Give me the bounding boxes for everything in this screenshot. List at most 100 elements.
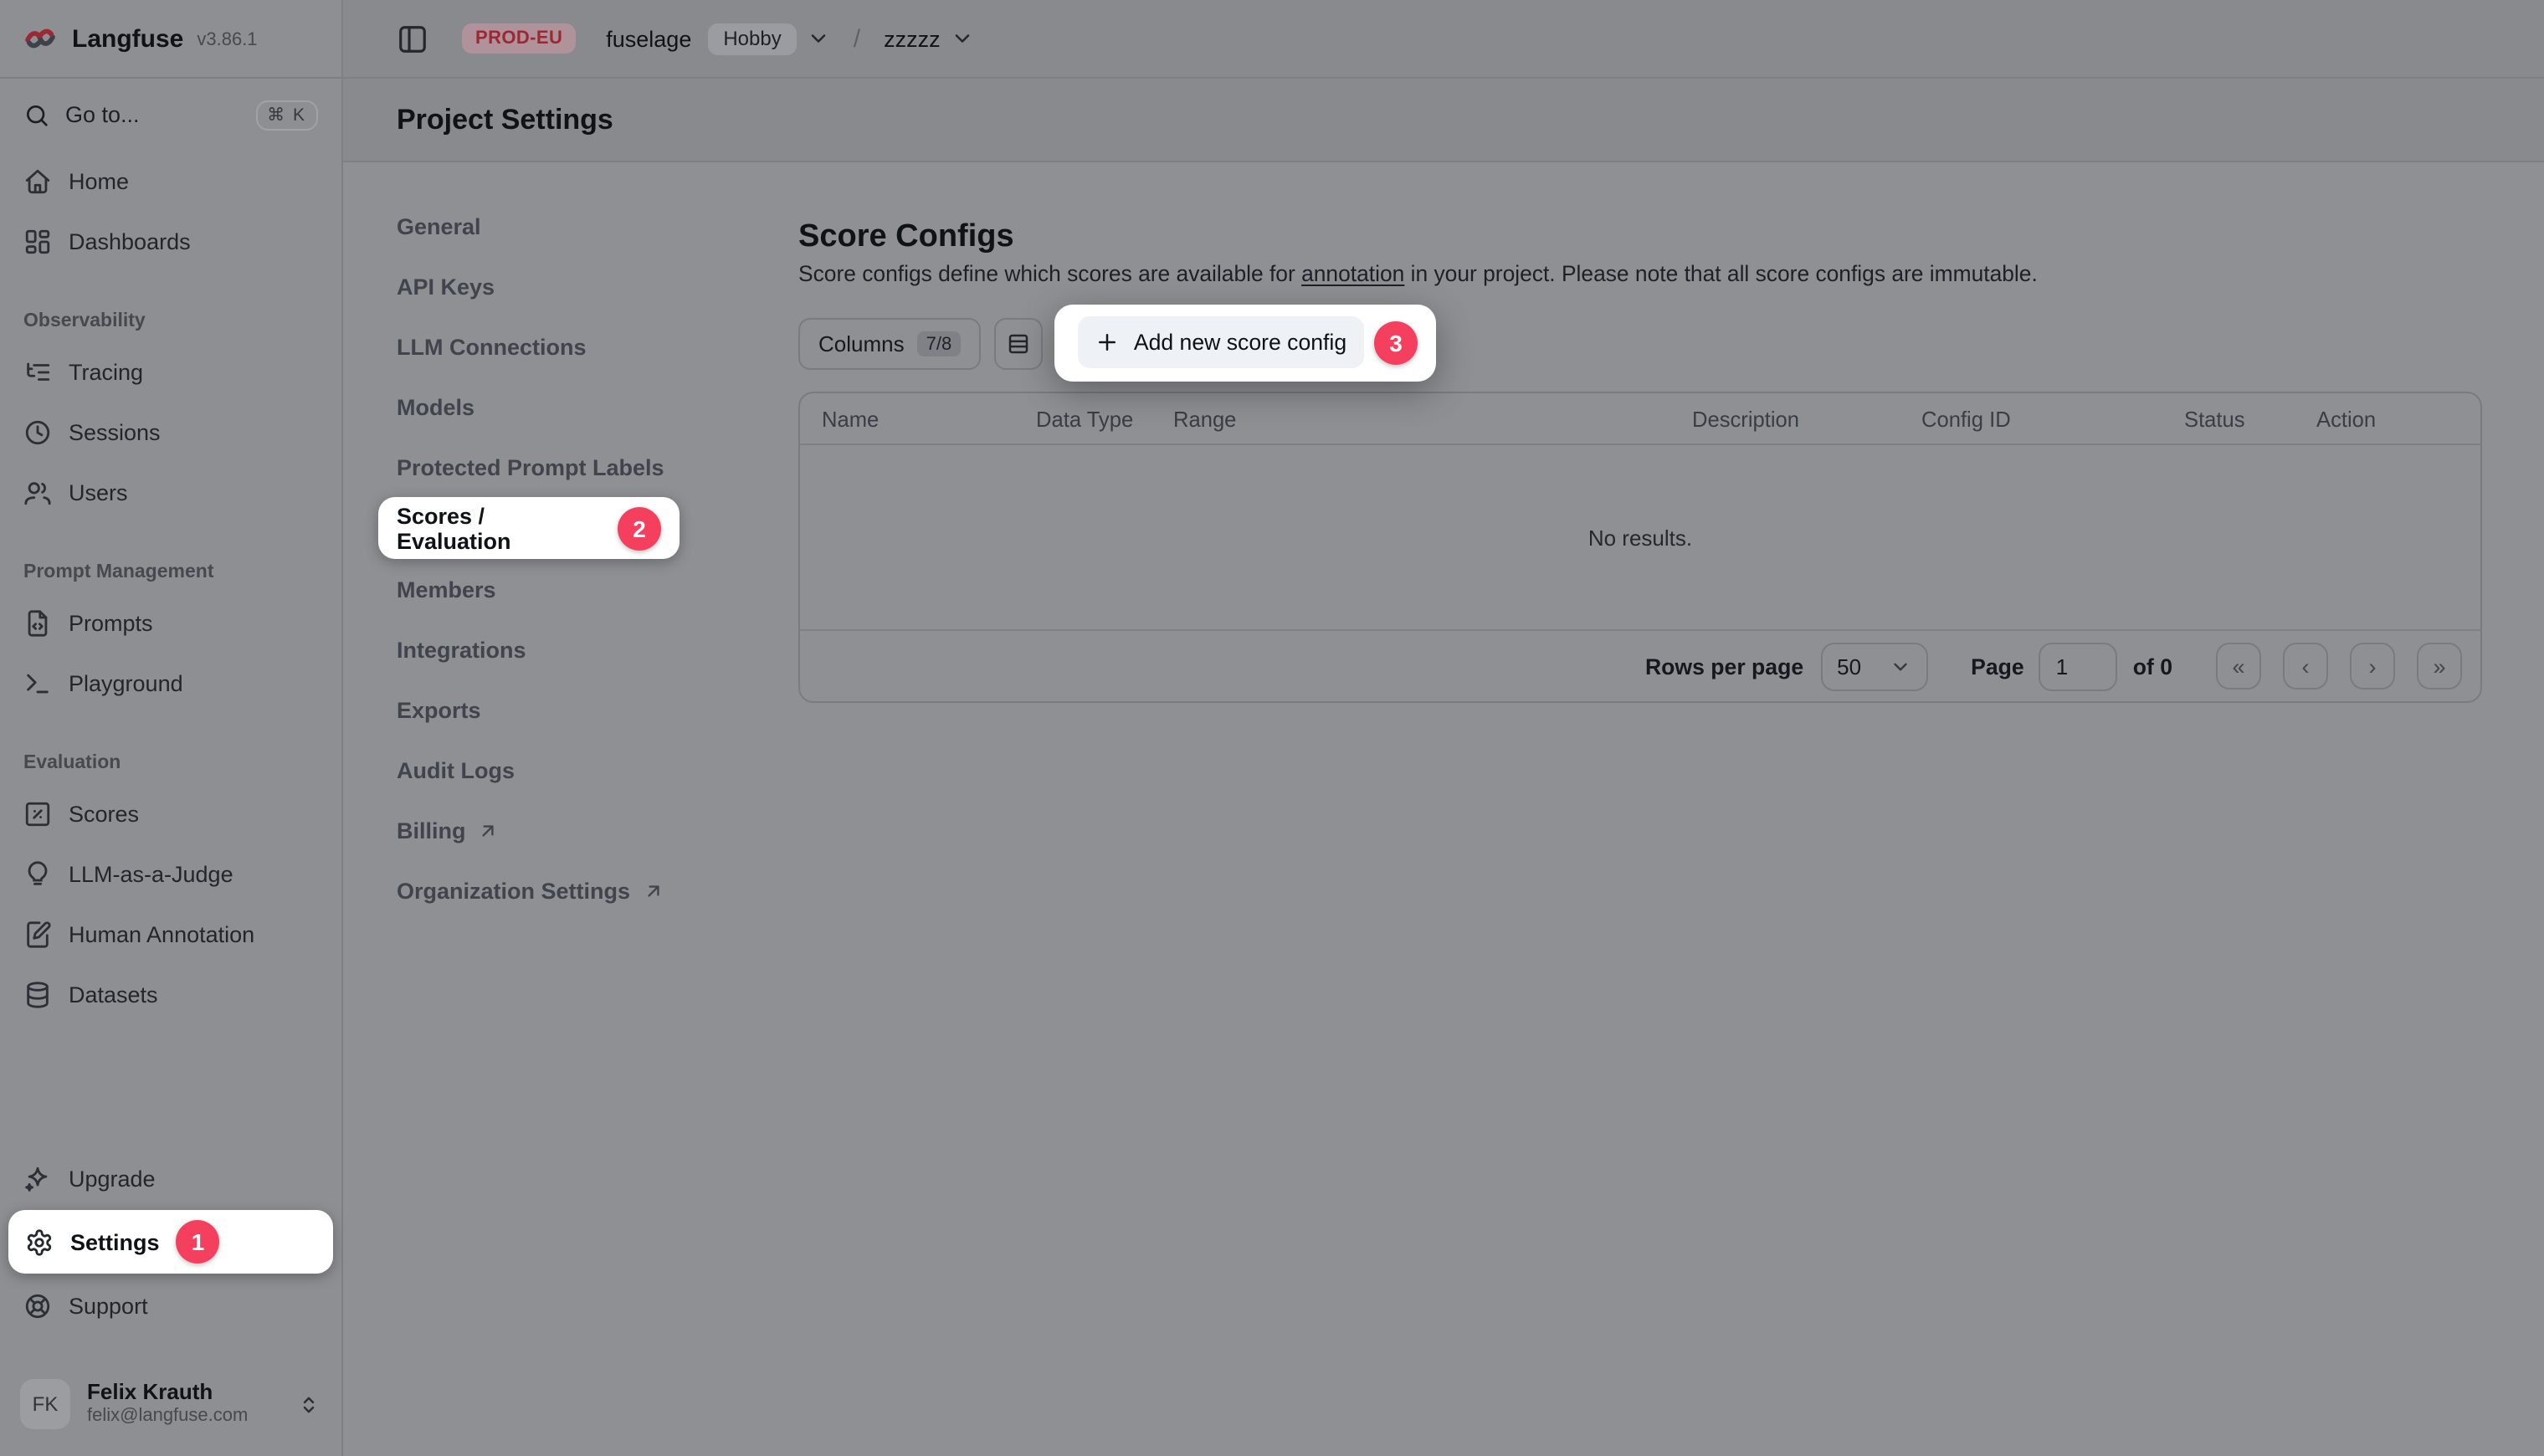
- sidebar-item-label: Scores: [69, 801, 139, 826]
- sidebar-item-playground[interactable]: Playground: [0, 653, 341, 713]
- empty-state-text: No results.: [1588, 525, 1692, 550]
- chevron-down-icon[interactable]: [807, 27, 830, 50]
- settings-nav-members[interactable]: Members: [397, 559, 798, 619]
- settings-nav-label: Scores / Evaluation: [397, 503, 598, 553]
- main-area: PROD-EU fuselage Hobby / zzzzz Project S…: [343, 0, 2544, 1456]
- sidebar-item-label: Upgrade: [69, 1166, 156, 1191]
- column-header-range: Range: [1173, 406, 1692, 431]
- last-page-button[interactable]: »: [2417, 643, 2462, 690]
- sidebar-item-scores[interactable]: Scores: [0, 783, 341, 843]
- page-size-select[interactable]: 50: [1820, 642, 1927, 690]
- terminal-icon: [23, 669, 52, 697]
- breadcrumb-separator: /: [854, 24, 860, 53]
- settings-nav-organization-settings[interactable]: Organization Settings: [397, 860, 798, 920]
- page-number-input[interactable]: [2039, 642, 2118, 690]
- shortcut-kbd: ⌘ K: [255, 100, 318, 130]
- settings-nav-api-keys[interactable]: API Keys: [397, 256, 798, 316]
- clock-icon: [23, 418, 52, 446]
- table-footer: Rows per page 50 Page of 0 « ‹ › »: [800, 629, 2480, 701]
- pagination-controls: « ‹ › »: [2216, 643, 2462, 690]
- app-root: Langfuse v3.86.1 Go to... ⌘ K Home Dashb…: [0, 0, 2544, 1456]
- rows-icon: [1005, 331, 1030, 356]
- tutorial-popup: Add new score config 3: [1054, 305, 1436, 382]
- settings-nav-label: Organization Settings: [397, 878, 630, 903]
- annotation-link[interactable]: annotation: [1301, 261, 1404, 286]
- row-height-button[interactable]: [993, 318, 1042, 370]
- sidebar-item-label: Prompts: [69, 610, 153, 635]
- add-button-label: Add new score config: [1134, 330, 1346, 355]
- sidebar-item-tracing[interactable]: Tracing: [0, 341, 341, 402]
- arrow-up-right-icon: [642, 879, 664, 901]
- chevron-down-icon[interactable]: [951, 27, 974, 50]
- first-page-button[interactable]: «: [2216, 643, 2261, 690]
- tutorial-step-badge-1: 1: [177, 1220, 220, 1264]
- brand-name: Langfuse: [72, 24, 183, 53]
- page-label: Page: [1971, 654, 2024, 679]
- org-name[interactable]: fuselage: [606, 26, 691, 51]
- sidebar-item-home[interactable]: Home: [0, 151, 341, 211]
- project-name[interactable]: zzzzz: [884, 26, 941, 51]
- sidebar-item-support[interactable]: Support: [0, 1275, 341, 1336]
- page-title: Project Settings: [397, 103, 613, 136]
- sidebar-item-datasets[interactable]: Datasets: [0, 964, 341, 1024]
- sidebar-item-dashboards[interactable]: Dashboards: [0, 211, 341, 271]
- description-text: Score configs define which scores are av…: [798, 261, 1301, 286]
- settings-nav-protected-prompt-labels[interactable]: Protected Prompt Labels: [397, 437, 798, 497]
- sidebar-item-label: Users: [69, 479, 128, 505]
- sidebar-item-label: Support: [69, 1293, 148, 1318]
- add-score-config-button[interactable]: Add new score config: [1078, 316, 1364, 368]
- score-configs-table: Name Data Type Range Description Config …: [798, 392, 2482, 703]
- plan-badge: Hobby: [708, 23, 796, 54]
- database-icon: [23, 980, 52, 1008]
- section-prompt-management: Prompt Management: [0, 552, 341, 592]
- sidebar: Langfuse v3.86.1 Go to... ⌘ K Home Dashb…: [0, 0, 343, 1456]
- sidebar-item-prompts[interactable]: Prompts: [0, 592, 341, 653]
- settings-nav-label: Billing: [397, 818, 466, 843]
- rows-per-page-label: Rows per page: [1645, 654, 1803, 679]
- settings-nav-billing[interactable]: Billing: [397, 800, 798, 860]
- sidebar-item-label: Home: [69, 168, 129, 193]
- user-menu[interactable]: FK Felix Krauth felix@langfuse.com: [0, 1366, 341, 1443]
- home-icon: [23, 167, 52, 195]
- users-icon: [23, 478, 52, 506]
- previous-page-button[interactable]: ‹: [2283, 643, 2328, 690]
- sidebar-item-label: Datasets: [69, 982, 158, 1007]
- sidebar-item-llm-judge[interactable]: LLM-as-a-Judge: [0, 843, 341, 904]
- tutorial-step-badge-3: 3: [1374, 321, 1418, 365]
- columns-button[interactable]: Columns 7/8: [798, 318, 980, 370]
- tutorial-step-badge-2: 2: [618, 506, 661, 550]
- sparkles-icon: [23, 1164, 52, 1192]
- settings-nav-exports[interactable]: Exports: [397, 679, 798, 740]
- dashboard-icon: [23, 227, 52, 255]
- goto-label: Go to...: [65, 102, 140, 127]
- columns-count-badge: 7/8: [918, 331, 961, 356]
- sidebar-item-upgrade[interactable]: Upgrade: [0, 1148, 341, 1208]
- settings-nav-general[interactable]: General: [397, 196, 798, 256]
- chevrons-up-down-icon: [296, 1392, 321, 1417]
- life-buoy-icon: [23, 1291, 52, 1320]
- section-evaluation: Evaluation: [0, 743, 341, 783]
- settings-nav-models[interactable]: Models: [397, 377, 798, 437]
- settings-nav-audit-logs[interactable]: Audit Logs: [397, 740, 798, 800]
- file-code-icon: [23, 608, 52, 637]
- page-count-label: of 0: [2133, 654, 2172, 679]
- goto-search[interactable]: Go to... ⌘ K: [0, 79, 341, 151]
- sidebar-item-human-annotation[interactable]: Human Annotation: [0, 904, 341, 964]
- sidebar-item-label: Dashboards: [69, 228, 191, 254]
- panel-left-toggle-icon[interactable]: [397, 23, 428, 54]
- sidebar-item-settings[interactable]: Settings 1: [8, 1210, 333, 1274]
- table-toolbar: Columns 7/8 Add new score config 3: [798, 318, 2482, 370]
- column-header-description: Description: [1692, 406, 1921, 431]
- next-page-button[interactable]: ›: [2350, 643, 2395, 690]
- langfuse-logo-icon: [23, 22, 57, 55]
- settings-nav-integrations[interactable]: Integrations: [397, 619, 798, 679]
- user-meta: Felix Krauth felix@langfuse.com: [87, 1381, 248, 1427]
- settings-nav-llm-connections[interactable]: LLM Connections: [397, 316, 798, 377]
- lightbulb-icon: [23, 859, 52, 888]
- sidebar-item-users[interactable]: Users: [0, 462, 341, 522]
- table-header-row: Name Data Type Range Description Config …: [800, 393, 2480, 445]
- column-header-status: Status: [2184, 406, 2316, 431]
- sidebar-item-sessions[interactable]: Sessions: [0, 402, 341, 462]
- sidebar-item-label: Settings: [70, 1229, 160, 1254]
- settings-nav-scores-evaluation[interactable]: Scores / Evaluation 2: [378, 497, 680, 559]
